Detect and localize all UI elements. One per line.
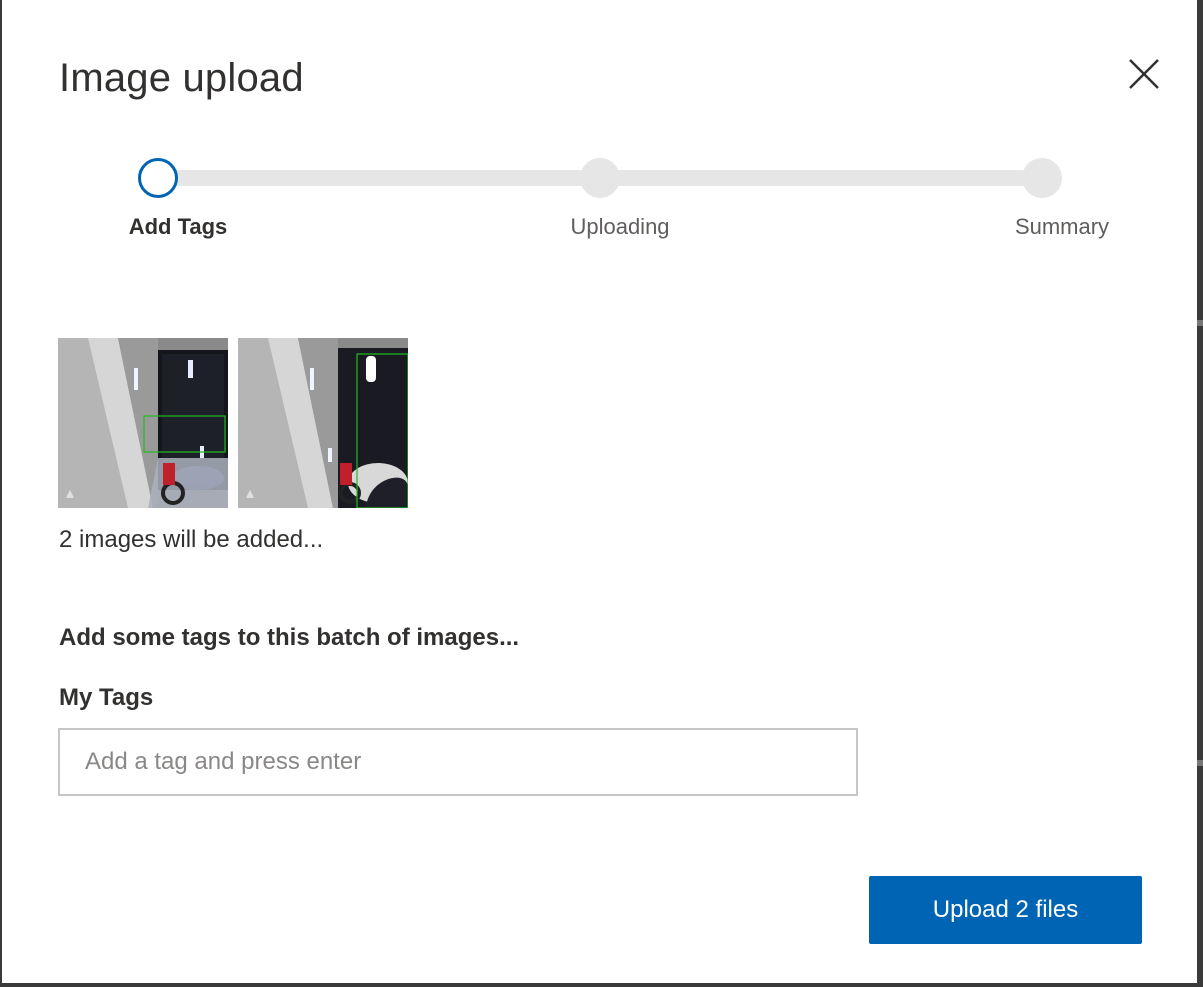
backdrop-strip [1197,760,1203,766]
dialog-title: Image upload [59,56,304,100]
progress-stepper: Add Tags Uploading Summary [2,150,1197,250]
thumbnail-list [58,338,408,508]
close-icon [1129,59,1159,89]
tags-prompt: Add some tags to this batch of images... [59,624,520,651]
step-dot-add-tags [138,158,178,198]
image-upload-dialog: Image upload Add Tags Uploading Summary [2,0,1197,983]
step-label-uploading: Uploading [570,214,670,239]
step-label-summary: Summary [1014,214,1110,239]
tag-input[interactable] [58,728,858,796]
image-thumbnail [58,338,228,508]
step-label-add-tags: Add Tags [128,214,228,239]
upload-button[interactable]: Upload 2 files [869,876,1142,944]
image-count-text: 2 images will be added... [59,526,324,553]
close-button[interactable] [1124,54,1164,94]
step-dot-summary [1022,158,1062,198]
step-dot-uploading [580,158,620,198]
my-tags-label: My Tags [59,684,154,711]
backdrop-strip [1197,320,1203,326]
image-thumbnail [238,338,408,508]
